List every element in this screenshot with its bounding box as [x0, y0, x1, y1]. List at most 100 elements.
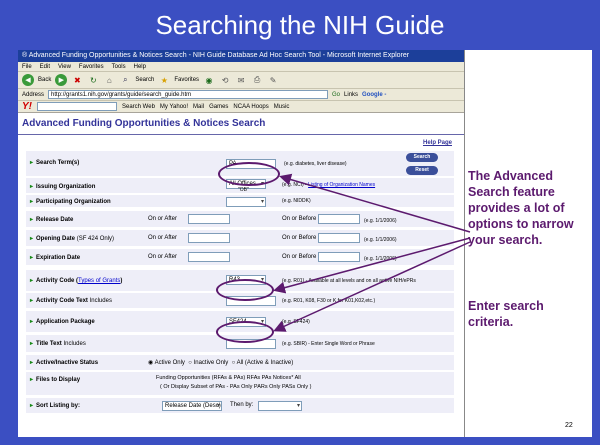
slide: Searching the NIH Guide ® Advanced Fundi… [0, 0, 600, 445]
search-terms-hint: (e.g. diabetes, liver disease) [284, 161, 347, 167]
menu-edit[interactable]: Edit [40, 62, 50, 71]
release-before-input[interactable] [318, 214, 360, 224]
menu-tools[interactable]: Tools [112, 62, 126, 71]
sort-select[interactable]: Release Date (Desc) [162, 401, 222, 411]
yahoo-logo[interactable]: Y! [22, 101, 32, 112]
status-row: ▸ Active/Inactive Status ◉ Active Only ○ … [26, 355, 454, 371]
browser-window: ® Advanced Funding Opportunities & Notic… [18, 50, 465, 437]
opening-before-input[interactable] [318, 233, 360, 243]
issuing-org-hint: (e.g. NCI) - [282, 182, 309, 188]
yahoo-ncaa[interactable]: NCAA Hoops [233, 104, 268, 110]
back-icon[interactable]: ◀ [22, 74, 34, 86]
help-page-link[interactable]: Help Page [423, 140, 452, 146]
google-toolbar[interactable]: Google - [362, 92, 386, 98]
arrow-marker-icon: ▸ [30, 255, 34, 261]
menu-favorites[interactable]: Favorites [79, 62, 104, 71]
status-label: Active/Inactive Status [36, 360, 99, 366]
edit-icon[interactable]: ✎ [267, 74, 279, 86]
arrow-marker-icon: ▸ [30, 377, 34, 383]
favorites-label[interactable]: Favorites [174, 77, 199, 83]
types-of-grants-link[interactable]: Types of Grants [78, 278, 120, 284]
yahoo-mail[interactable]: Mail [193, 104, 204, 110]
sort-label: Sort Listing by: [36, 403, 81, 409]
opening-date-hint: (e.g. 1/1/2006) [364, 237, 397, 243]
page-heading: Advanced Funding Opportunities & Notices… [18, 113, 464, 135]
arrow-marker-icon: ▸ [30, 360, 34, 366]
window-title: ® Advanced Funding Opportunities & Notic… [18, 50, 464, 62]
yahoo-my-yahoo[interactable]: My Yahoo! [160, 104, 188, 110]
status-all-radio[interactable]: ○ [230, 360, 237, 366]
search-label[interactable]: Search [135, 77, 154, 83]
participating-org-label: Participating Organization [36, 199, 111, 205]
activity-code-text-sub: Includes [89, 298, 112, 304]
arrow-marker-icon: ▸ [30, 319, 34, 325]
then-by-select[interactable] [258, 401, 302, 411]
org-names-link[interactable]: Listing of Organization Names [308, 182, 375, 188]
go-button[interactable]: Go [332, 92, 340, 98]
activity-code-highlight [216, 279, 274, 301]
menu-file[interactable]: File [22, 62, 32, 71]
arrow-marker-icon: ▸ [30, 341, 34, 347]
slide-right-band [592, 50, 600, 445]
stop-icon[interactable]: ✖ [71, 74, 83, 86]
status-inactive-radio[interactable]: ○ [187, 360, 194, 366]
sort-row: ▸Sort Listing by: Release Date (Desc) Th… [26, 398, 454, 414]
expiration-before-label: On or Before [282, 254, 317, 260]
status-inactive-label: Inactive Only [193, 360, 229, 366]
history-icon[interactable]: ⟲ [219, 74, 231, 86]
yahoo-games[interactable]: Games [209, 104, 228, 110]
address-bar: Address http://grants1.nih.gov/grants/gu… [18, 89, 464, 101]
files-row: ▸ Files to Display Funding Opportunities … [26, 372, 454, 396]
menu-help[interactable]: Help [134, 62, 146, 71]
slide-title: Searching the NIH Guide [0, 0, 600, 50]
activity-code-hint: (e.g. R01) - Available at all levels and… [282, 278, 416, 284]
home-icon[interactable]: ⌂ [103, 74, 115, 86]
media-icon[interactable]: ◉ [203, 74, 215, 86]
yahoo-search-web[interactable]: Search Web [122, 104, 155, 110]
search-icon[interactable]: ⌕ [119, 74, 131, 86]
expiration-after-input[interactable] [188, 252, 230, 262]
menu-view[interactable]: View [58, 62, 71, 71]
participating-org-select[interactable] [226, 197, 266, 207]
reset-button[interactable]: Reset [406, 166, 438, 175]
issuing-org-value2: "OB" [238, 187, 249, 193]
expiration-after-label: On or After [148, 254, 178, 260]
opening-date-label: Opening Date [36, 236, 76, 242]
yahoo-search-input[interactable] [37, 102, 117, 111]
expiration-before-input[interactable] [318, 252, 360, 262]
opening-after-input[interactable] [188, 233, 230, 243]
opening-date-sub: (SF 424 Only) [76, 236, 115, 242]
status-all-label: All (Active & Inactive) [236, 360, 294, 366]
links-label[interactable]: Links [344, 92, 358, 98]
print-icon[interactable]: ⎙ [251, 74, 263, 86]
search-button[interactable]: Search [406, 153, 438, 162]
files-label: Files to Display [36, 377, 81, 383]
activity-code-label: Activity Code [36, 278, 75, 284]
title-text-sub: Includes [63, 341, 86, 347]
favorites-icon[interactable]: ★ [158, 74, 170, 86]
status-active-radio[interactable]: ◉ [148, 360, 155, 366]
arrow-marker-icon: ▸ [30, 278, 34, 284]
address-input[interactable]: http://grants1.nih.gov/grants/guide/sear… [48, 90, 329, 99]
forward-icon[interactable]: ▶ [55, 74, 68, 86]
participating-org-row: ▸Participating Organization (e.g. NIDDK) [26, 195, 454, 208]
title-text-hint: (e.g. SBIR) - Enter Single Word or Phras… [282, 341, 375, 347]
mail-icon[interactable]: ✉ [235, 74, 247, 86]
arrow-marker-icon: ▸ [30, 217, 34, 223]
application-package-highlight [216, 321, 274, 343]
search-terms-highlight [218, 162, 280, 186]
release-after-label: On or After [148, 216, 178, 222]
release-after-input[interactable] [188, 214, 230, 224]
participating-org-hint: (e.g. NIDDK) [282, 198, 311, 204]
files-options-line1[interactable]: Funding Opportunities (RFAs & PAs) RFAs … [156, 375, 301, 381]
release-before-label: On or Before [282, 216, 317, 222]
application-package-label: Application Package [36, 319, 95, 325]
address-label: Address [22, 91, 45, 98]
files-options-line2[interactable]: ( Or Display Subset of PAs - PAs Only PA… [160, 384, 312, 390]
opening-before-label: On or Before [282, 235, 317, 241]
expiration-date-label: Expiration Date [36, 255, 81, 261]
refresh-icon[interactable]: ↻ [87, 74, 99, 86]
yahoo-toolbar: Y! Search Web My Yahoo! Mail Games NCAA … [18, 101, 464, 113]
yahoo-music[interactable]: Music [274, 104, 290, 110]
back-label[interactable]: Back [38, 77, 51, 83]
